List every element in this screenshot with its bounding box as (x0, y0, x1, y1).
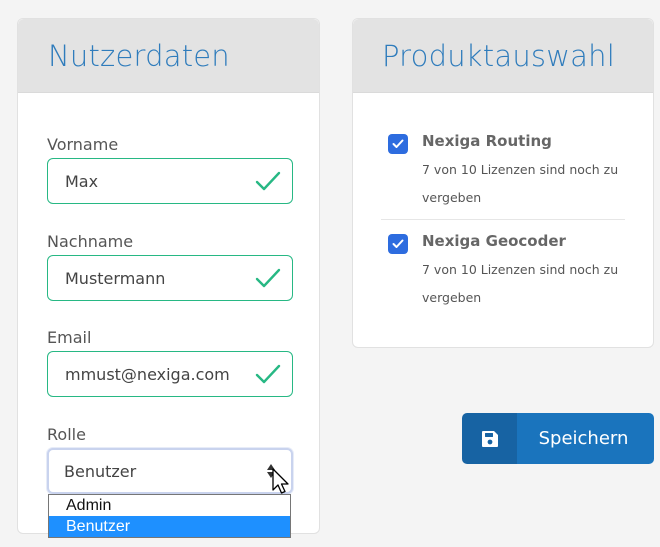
save-button[interactable]: Speichern (462, 413, 654, 464)
product-divider (381, 219, 625, 220)
product-title: Produktauswahl (382, 38, 615, 73)
role-option-admin[interactable]: Admin (49, 495, 290, 516)
mouse-pointer-icon (272, 468, 289, 494)
role-field-group: Rolle Benutzer (47, 425, 293, 494)
email-label: Email (47, 328, 92, 347)
routing-name: Nexiga Routing (422, 132, 552, 150)
firstname-field-group: Vorname Max (47, 135, 293, 204)
page: Nutzerdaten Vorname Max Nachname Musterm… (0, 0, 660, 547)
save-button-label: Speichern (517, 413, 654, 464)
firstname-label: Vorname (47, 135, 119, 154)
firstname-value: Max (65, 171, 99, 191)
user-data-title: Nutzerdaten (48, 38, 230, 73)
lastname-field-group: Nachname Mustermann (47, 232, 293, 301)
checkbox-check-icon (392, 239, 404, 248)
email-input[interactable]: mmust@nexiga.com (47, 351, 293, 397)
role-label: Rolle (47, 425, 86, 444)
lastname-input[interactable]: Mustermann (47, 255, 293, 301)
save-button-icon-area (462, 413, 517, 464)
routing-description: 7 von 10 Lizenzen sind noch zu vergeben (422, 162, 619, 205)
role-select[interactable]: Benutzer (47, 448, 293, 494)
firstname-input[interactable]: Max (47, 158, 293, 204)
geocoder-checkbox[interactable] (388, 234, 408, 254)
geocoder-name: Nexiga Geocoder (422, 232, 566, 250)
user-data-card-header: Nutzerdaten (18, 19, 319, 93)
role-option-benutzer[interactable]: Benutzer (49, 516, 290, 537)
lastname-label: Nachname (47, 232, 134, 251)
routing-checkbox[interactable] (388, 134, 408, 154)
role-selected-value: Benutzer (64, 461, 137, 481)
checkmark-icon (255, 268, 281, 288)
email-field-group: Email mmust@nexiga.com (47, 328, 293, 397)
email-value: mmust@nexiga.com (65, 364, 230, 384)
user-data-card: Nutzerdaten Vorname Max Nachname Musterm… (17, 18, 320, 534)
lastname-value: Mustermann (65, 268, 166, 288)
role-options-list: Admin Benutzer (48, 494, 291, 538)
floppy-disk-icon (481, 430, 498, 447)
product-card-header: Produktauswahl (353, 19, 653, 93)
geocoder-description: 7 von 10 Lizenzen sind noch zu vergeben (422, 262, 619, 305)
checkmark-icon (255, 364, 281, 384)
checkmark-icon (255, 171, 281, 191)
checkbox-check-icon (392, 139, 404, 148)
product-card: Produktauswahl Nexiga Routing 7 von 10 L… (352, 18, 654, 348)
